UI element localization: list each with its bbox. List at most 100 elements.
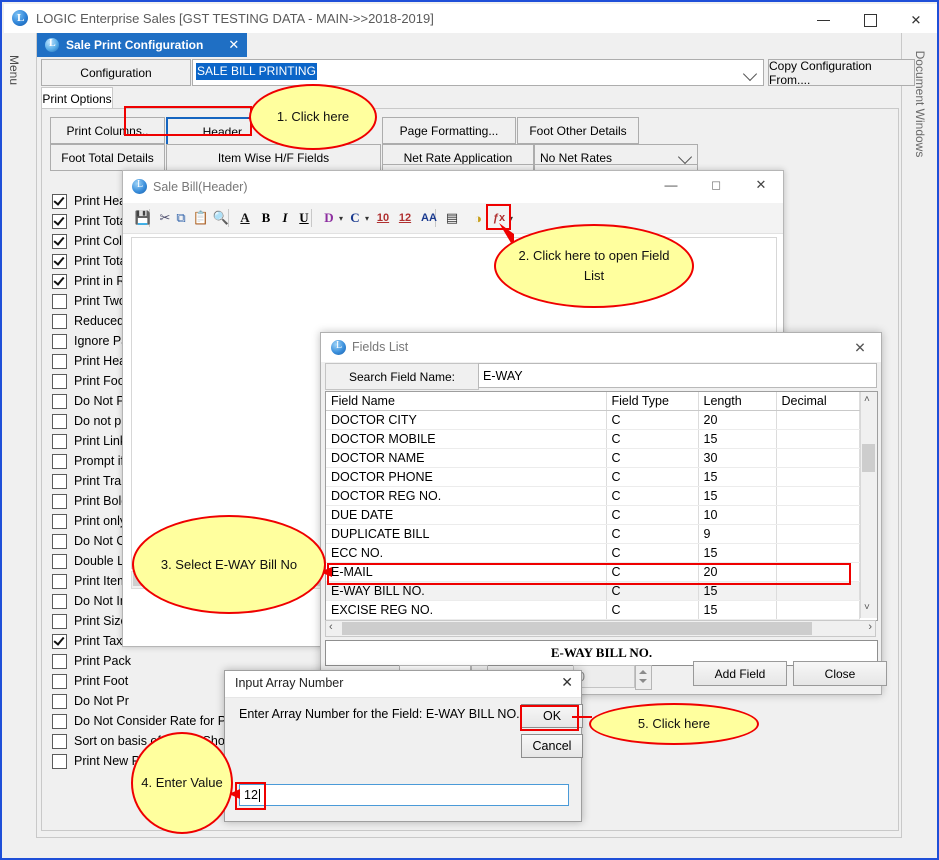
minimize-icon[interactable] bbox=[801, 6, 847, 33]
checkbox-icon[interactable] bbox=[52, 194, 67, 209]
foot-other-details-button[interactable]: Foot Other Details bbox=[517, 117, 639, 144]
checkbox-icon[interactable] bbox=[52, 614, 67, 629]
checkbox-icon[interactable] bbox=[52, 454, 67, 469]
save-icon[interactable]: 💾 bbox=[133, 206, 153, 230]
decimals-input[interactable]: 0 bbox=[573, 665, 635, 688]
input-array-value-field[interactable]: 12 bbox=[239, 784, 569, 806]
input-array-cancel-button[interactable]: Cancel bbox=[521, 734, 583, 758]
field-list-icon[interactable]: ▤ bbox=[442, 206, 462, 230]
print-columns-button[interactable]: Print Columns.. bbox=[50, 117, 165, 144]
checkbox-icon[interactable] bbox=[52, 434, 67, 449]
foot-total-details-button[interactable]: Foot Total Details bbox=[50, 144, 165, 171]
column-header[interactable]: Length bbox=[698, 392, 776, 411]
date-field-icon[interactable]: D bbox=[319, 206, 339, 230]
checkbox-icon[interactable] bbox=[52, 654, 67, 669]
number-10-icon[interactable]: 10 bbox=[373, 206, 393, 230]
document-windows-rail[interactable]: Document Windows bbox=[901, 33, 939, 860]
maximize-icon[interactable] bbox=[847, 6, 893, 33]
bold-icon[interactable]: B bbox=[256, 206, 276, 230]
scroll-up-icon[interactable]: ˄ bbox=[864, 394, 870, 405]
menu-rail[interactable]: Menu bbox=[4, 33, 24, 860]
checkbox-icon[interactable] bbox=[52, 414, 67, 429]
page-formatting-button[interactable]: Page Formatting... bbox=[382, 117, 516, 144]
configuration-select[interactable]: SALE BILL PRINTING bbox=[192, 59, 764, 86]
checkbox-icon[interactable] bbox=[52, 494, 67, 509]
font-size-icon[interactable]: AA bbox=[419, 206, 439, 230]
scroll-down-icon[interactable]: ˅ bbox=[864, 602, 870, 613]
checkbox-icon[interactable] bbox=[52, 754, 67, 769]
fields-table[interactable]: Field NameField TypeLengthDecimalDOCTOR … bbox=[325, 391, 878, 621]
checkbox-icon[interactable] bbox=[52, 374, 67, 389]
font-color-icon[interactable]: A bbox=[235, 206, 255, 230]
column-header[interactable]: Field Type bbox=[606, 392, 698, 411]
close-icon[interactable]: ✕ bbox=[893, 6, 939, 33]
scroll-thumb[interactable] bbox=[862, 444, 875, 472]
fields-table-vertical-scrollbar[interactable]: ˄ ˅ bbox=[860, 392, 877, 618]
table-row[interactable]: ECC NO.C15 bbox=[326, 544, 859, 563]
table-row[interactable]: DOCTOR REG NO.C15 bbox=[326, 487, 859, 506]
item-wise-hf-fields-button[interactable]: Item Wise H/F Fields bbox=[166, 144, 381, 171]
checkbox-icon[interactable] bbox=[52, 254, 67, 269]
table-row[interactable]: DOCTOR PHONEC15 bbox=[326, 468, 859, 487]
table-row[interactable]: DOCTOR NAMEC30 bbox=[326, 449, 859, 468]
search-field-input[interactable]: E-WAY bbox=[478, 363, 877, 388]
input-array-ok-button[interactable]: OK bbox=[521, 704, 583, 728]
decimals-stepper[interactable] bbox=[635, 665, 652, 690]
tab-close-icon[interactable]: ✕ bbox=[228, 37, 239, 53]
checkbox-icon[interactable] bbox=[52, 354, 67, 369]
add-field-button[interactable]: Add Field bbox=[693, 661, 787, 686]
checkbox-icon[interactable] bbox=[52, 714, 67, 729]
checkbox-icon[interactable] bbox=[52, 534, 67, 549]
sale-bill-minimize-icon[interactable]: — bbox=[649, 171, 693, 199]
table-row[interactable]: EXCISE REG NO.C15 bbox=[326, 601, 859, 620]
scroll-left-icon[interactable]: ‹ bbox=[329, 621, 333, 633]
copy-icon[interactable]: ⧉ bbox=[171, 206, 191, 230]
find-icon[interactable]: 🔍 bbox=[211, 206, 231, 230]
checkbox-icon[interactable] bbox=[52, 554, 67, 569]
table-row[interactable]: DOCTOR MOBILEC15 bbox=[326, 430, 859, 449]
checkbox-icon[interactable] bbox=[52, 514, 67, 529]
char-field-icon[interactable]: C bbox=[345, 206, 365, 230]
checkbox-icon[interactable] bbox=[52, 474, 67, 489]
chevron-down-icon[interactable]: ▾ bbox=[363, 206, 371, 230]
input-array-close-icon[interactable]: ✕ bbox=[561, 674, 573, 691]
checkbox-icon[interactable] bbox=[52, 234, 67, 249]
checkbox-icon[interactable] bbox=[52, 294, 67, 309]
checkbox-icon[interactable] bbox=[52, 314, 67, 329]
fields-list-close-icon[interactable]: ✕ bbox=[843, 335, 877, 360]
checkbox-icon[interactable] bbox=[52, 574, 67, 589]
checkbox-icon[interactable] bbox=[52, 214, 67, 229]
checkbox-icon[interactable] bbox=[52, 734, 67, 749]
configuration-button[interactable]: Configuration bbox=[41, 59, 191, 86]
checkbox-icon[interactable] bbox=[52, 674, 67, 689]
copy-configuration-from-button[interactable]: Copy Configuration From.... bbox=[768, 59, 915, 86]
checkbox-icon[interactable] bbox=[52, 334, 67, 349]
variable-icon[interactable]: ◑ bbox=[468, 206, 488, 230]
column-header[interactable]: Decimal bbox=[776, 392, 859, 411]
function-icon[interactable]: ƒx bbox=[489, 206, 509, 230]
sale-bill-maximize-icon[interactable]: □ bbox=[694, 171, 738, 199]
checkbox-icon[interactable] bbox=[52, 274, 67, 289]
close-button[interactable]: Close bbox=[793, 661, 887, 686]
table-row[interactable]: DUPLICATE BILLC9 bbox=[326, 525, 859, 544]
table-row[interactable]: E-MAILC20 bbox=[326, 563, 859, 582]
number-12-icon[interactable]: 12 bbox=[395, 206, 415, 230]
table-row[interactable]: DOCTOR CITYC20 bbox=[326, 411, 859, 430]
fields-table-horizontal-scrollbar[interactable]: ‹ › bbox=[325, 620, 876, 637]
checkbox-icon[interactable] bbox=[52, 394, 67, 409]
chevron-down-icon[interactable]: ▾ bbox=[337, 206, 345, 230]
sale-bill-close-icon[interactable]: ✕ bbox=[739, 171, 783, 199]
checkbox-icon[interactable] bbox=[52, 634, 67, 649]
table-row[interactable]: E-WAY BILL NO.C15 bbox=[326, 582, 859, 601]
scroll-right-icon[interactable]: › bbox=[868, 621, 872, 633]
italic-icon[interactable]: I bbox=[275, 206, 295, 230]
checkbox-icon[interactable] bbox=[52, 694, 67, 709]
scroll-thumb[interactable] bbox=[342, 622, 812, 635]
tab-print-options[interactable]: Print Options bbox=[41, 87, 113, 110]
paste-icon[interactable]: 📋 bbox=[191, 206, 211, 230]
tab-sale-print-configuration[interactable]: L Sale Print Configuration ✕ bbox=[37, 33, 247, 57]
chevron-down-icon[interactable]: ▾ bbox=[507, 206, 515, 230]
checkbox-icon[interactable] bbox=[52, 594, 67, 609]
column-header[interactable]: Field Name bbox=[326, 392, 606, 411]
underline-icon[interactable]: U bbox=[294, 206, 314, 230]
